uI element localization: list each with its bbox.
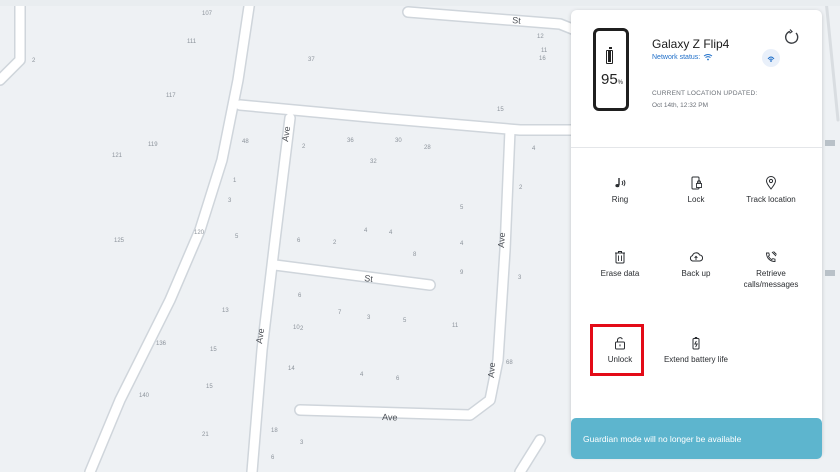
battery-icon	[606, 47, 613, 64]
lot-number: 117	[166, 93, 176, 99]
lot-number: 18	[271, 428, 278, 434]
ring-label: Ring	[611, 195, 629, 204]
lot-number: 32	[370, 159, 377, 165]
lot-number: 37	[308, 57, 315, 63]
guardian-mode-message: Guardian mode will no longer be availabl…	[583, 433, 742, 444]
back-up-button[interactable]: Back up	[656, 250, 736, 279]
lot-number: 21	[202, 432, 209, 438]
lot-number: 12	[537, 34, 544, 40]
street-label: Ave	[496, 232, 507, 248]
refresh-icon[interactable]	[784, 29, 800, 45]
battery-level: 95%	[600, 71, 624, 88]
lot-number: 15	[497, 107, 504, 113]
lot-number: 140	[139, 393, 150, 399]
signal-badge-icon	[762, 49, 780, 67]
lot-number: 13	[222, 308, 229, 314]
location-updated-time: Oct 14th, 12:32 PM	[652, 102, 709, 109]
wifi-icon	[703, 54, 713, 61]
device-panel: 95% Galaxy Z Flip4 Network status: CURRE…	[571, 10, 822, 456]
lot-number: 119	[148, 142, 158, 148]
lot-number: 15	[210, 347, 217, 353]
lock-button[interactable]: Lock	[656, 176, 736, 205]
street-label: Ave	[254, 328, 266, 345]
network-status: Network status:	[652, 53, 713, 61]
lot-number: 28	[424, 145, 431, 151]
lot-number: 48	[242, 139, 249, 145]
ring-button[interactable]: Ring	[580, 176, 660, 205]
location-pin-icon	[765, 176, 777, 190]
street-label: St	[512, 15, 522, 26]
extend-battery-label: Extend battery life	[663, 355, 729, 364]
street-label: Ave	[280, 126, 292, 143]
lot-number: 120	[194, 230, 205, 236]
street-label: Ave	[382, 412, 398, 423]
retrieve-calls-icon	[766, 251, 777, 262]
lot-number: 121	[112, 153, 123, 159]
network-status-label: Network status:	[652, 53, 701, 61]
lot-number: 107	[202, 11, 213, 17]
track-location-button[interactable]: Track location	[731, 176, 811, 205]
location-updated-label: CURRENT LOCATION UPDATED:	[652, 90, 758, 97]
lot-number: 14	[288, 366, 295, 372]
guardian-mode-notice: Guardian mode will no longer be availabl…	[571, 418, 822, 459]
lot-number: 16	[539, 56, 546, 62]
lot-number: 125	[114, 238, 125, 244]
phone-icon: 95%	[593, 28, 629, 111]
lot-number: 11	[452, 323, 459, 329]
device-card: 95% Galaxy Z Flip4 Network status: CURRE…	[571, 10, 822, 148]
street-label: St	[364, 273, 374, 284]
track-location-label: Track location	[746, 195, 796, 204]
lot-number: 136	[156, 341, 167, 347]
lock-phone-icon	[691, 176, 702, 190]
lock-label: Lock	[687, 195, 705, 204]
unlock-label: Unlock	[607, 355, 633, 364]
erase-data-label: Erase data	[600, 269, 640, 278]
device-name: Galaxy Z Flip4	[652, 37, 730, 51]
lot-number: 10	[293, 325, 300, 331]
unlock-icon	[615, 337, 625, 350]
battery-extend-icon	[692, 337, 700, 350]
erase-data-button[interactable]: Erase data	[580, 250, 660, 279]
retrieve-calls-label: Retrieve calls/messages	[743, 269, 799, 289]
lot-number: 15	[206, 384, 213, 390]
erase-icon	[615, 251, 625, 264]
lot-number: 36	[347, 138, 354, 144]
lot-number: 11	[541, 48, 548, 54]
cloud-backup-icon	[689, 252, 703, 262]
retrieve-calls-button[interactable]: Retrieve calls/messages	[731, 250, 811, 290]
ring-icon	[615, 178, 626, 188]
lot-number: 111	[187, 39, 197, 45]
lot-number: 30	[395, 138, 402, 144]
extend-battery-button[interactable]: Extend battery life	[656, 336, 736, 365]
lot-number: 68	[506, 360, 513, 366]
back-up-label: Back up	[681, 269, 711, 278]
street-label: Ave	[486, 362, 497, 378]
unlock-button[interactable]: Unlock	[580, 336, 660, 365]
